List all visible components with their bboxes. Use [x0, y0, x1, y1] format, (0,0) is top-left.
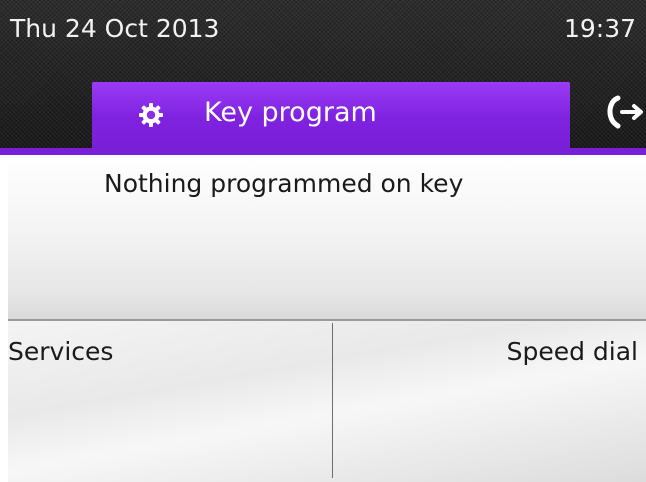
call-transfer-icon[interactable] [604, 92, 644, 132]
status-header: Thu 24 Oct 2013 19:37 Key program [0, 0, 646, 154]
softkey-bar: Services Speed dial [8, 321, 646, 482]
speed-dial-softkey[interactable]: Speed dial [333, 321, 646, 482]
status-time: 19:37 [563, 14, 636, 43]
key-program-panel: Nothing programmed on key [8, 155, 646, 321]
speed-dial-label: Speed dial [506, 337, 638, 366]
tab-label: Key program [204, 97, 377, 128]
status-date: Thu 24 Oct 2013 [10, 14, 220, 43]
tab-accent-line [0, 148, 646, 155]
tab-key-program[interactable]: Key program [92, 82, 570, 148]
services-label: Services [8, 337, 114, 366]
empty-key-message: Nothing programmed on key [104, 169, 464, 198]
services-softkey[interactable]: Services [8, 321, 332, 482]
phone-screen: Thu 24 Oct 2013 19:37 Key program Nothin… [0, 0, 646, 482]
gear-icon [139, 103, 163, 127]
